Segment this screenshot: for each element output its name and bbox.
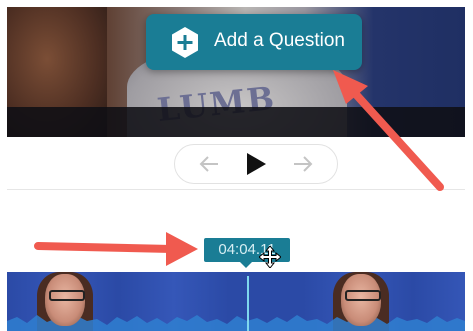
play-button[interactable] [237, 145, 275, 183]
arrow-left-icon [199, 156, 218, 172]
arrow-right-icon [294, 156, 313, 172]
time-badge-pointer [240, 262, 252, 268]
section-divider [7, 189, 465, 190]
previous-button[interactable] [189, 145, 229, 183]
annotation-arrow-to-time [34, 232, 198, 266]
thumbnail-glasses [49, 290, 85, 301]
add-question-label: Add a Question [214, 30, 345, 51]
add-question-button[interactable]: Add a Question [146, 14, 362, 70]
play-icon [247, 153, 266, 175]
next-button[interactable] [283, 145, 323, 183]
plus-hex-icon [172, 27, 198, 58]
video-scrub-strip [7, 107, 465, 137]
thumbnail-glasses [345, 290, 381, 301]
playhead-line[interactable] [247, 276, 249, 331]
move-cursor-icon [259, 246, 281, 268]
playback-controls [174, 144, 338, 184]
timeline-thumbnails[interactable] [7, 272, 465, 331]
